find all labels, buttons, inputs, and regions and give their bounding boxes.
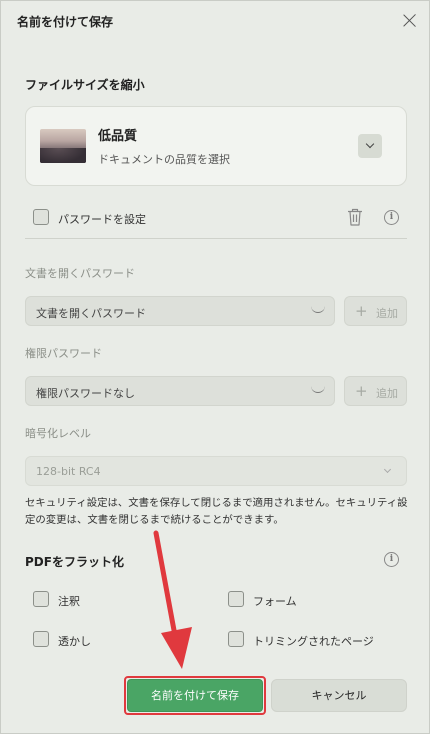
quality-card[interactable]: 低品質 ドキュメントの品質を選択 [25,106,407,186]
quality-dropdown-button[interactable] [358,134,382,158]
chevron-down-icon [311,386,325,393]
add-label: 追加 [376,387,398,400]
encryption-level-label: 暗号化レベル [25,427,91,440]
permission-password-value: 権限パスワードなし [36,387,135,400]
flatten-cropped-pages-checkbox[interactable] [228,631,244,647]
reduce-size-label: ファイルサイズを縮小 [25,78,145,92]
open-password-label: 文書を開くパスワード [25,267,135,280]
divider [25,238,407,239]
info-icon[interactable]: i [384,552,399,567]
quality-title: 低品質 [98,129,138,144]
open-password-field[interactable]: 文書を開くパスワード [25,296,335,326]
flatten-annotations-label: 注釈 [58,595,80,608]
flatten-watermark-checkbox[interactable] [33,631,49,647]
flatten-annotations-checkbox[interactable] [33,591,49,607]
flatten-form-label: フォーム [253,595,297,608]
save-as-dialog: 名前を付けて保存 ファイルサイズを縮小 低品質 ドキュメントの品質を選択 パスワ… [0,0,430,734]
encryption-level-select[interactable]: 128-bit RC4 [25,456,407,486]
close-icon[interactable] [401,11,419,29]
quality-thumbnail [40,129,86,163]
add-open-password-button[interactable]: + 追加 [344,296,407,326]
permission-password-field[interactable]: 権限パスワードなし [25,376,335,406]
flatten-watermark-label: 透かし [58,635,91,648]
info-icon[interactable]: i [384,210,399,225]
encryption-level-value: 128-bit RC4 [36,465,101,478]
title-bar: 名前を付けて保存 [1,1,429,41]
open-password-value: 文書を開くパスワード [36,307,146,320]
quality-subtitle: ドキュメントの品質を選択 [98,153,230,166]
highlight-box [124,676,266,715]
flatten-form-checkbox[interactable] [228,591,244,607]
flatten-cropped-pages-label: トリミングされたページ [253,635,374,648]
set-password-label: パスワードを設定 [58,213,146,226]
add-label: 追加 [376,307,398,320]
security-note: セキュリティ設定は、文書を保存して閉じるまで適用されません。セキュリティ設定の変… [25,497,408,526]
permission-password-label: 権限パスワード [25,347,102,360]
cancel-button[interactable]: キャンセル [271,679,407,712]
flatten-label: PDFをフラット化 [25,555,124,569]
add-permission-password-button[interactable]: + 追加 [344,376,407,406]
chevron-down-icon [311,306,325,313]
trash-icon[interactable] [347,208,363,226]
set-password-checkbox[interactable] [33,209,49,225]
plus-icon: + [355,302,368,320]
chevron-down-icon [365,139,375,149]
plus-icon: + [355,382,368,400]
dialog-title: 名前を付けて保存 [17,15,114,29]
chevron-down-icon [383,465,392,474]
